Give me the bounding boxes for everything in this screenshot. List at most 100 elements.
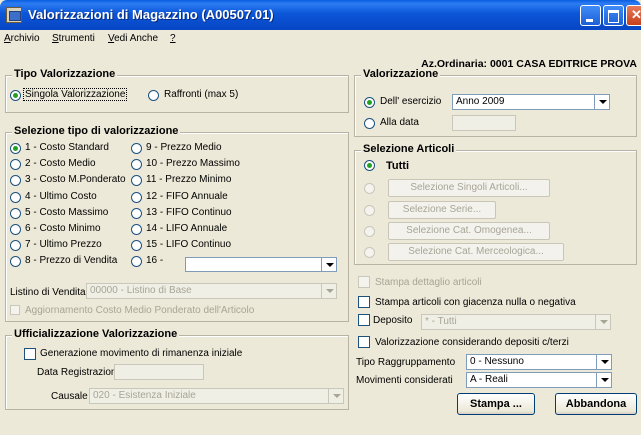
- radio-valuation-type[interactable]: [131, 207, 142, 219]
- close-button[interactable]: [626, 5, 641, 26]
- menu-help[interactable]: ?: [170, 33, 176, 44]
- app-window-icon[interactable]: [6, 7, 22, 23]
- chevron-down-icon[interactable]: [596, 373, 611, 387]
- radio-valuation-type[interactable]: [10, 191, 21, 203]
- valuation-type-label[interactable]: 13 - FIFO Continuo: [146, 207, 232, 218]
- chevron-down-icon[interactable]: [595, 315, 610, 329]
- generazione-checkbox[interactable]: [24, 348, 36, 360]
- valuation-type-label[interactable]: 11 - Prezzo Minimo: [146, 174, 231, 185]
- radio-tutti[interactable]: [364, 160, 375, 171]
- radio-valuation-type[interactable]: [10, 224, 21, 235]
- valuation-type-label[interactable]: 7 - Ultimo Prezzo: [25, 239, 102, 250]
- maximize-button[interactable]: [603, 5, 624, 26]
- radio-valuation-type[interactable]: [131, 159, 142, 171]
- valuation-type-label[interactable]: 2 - Costo Medio: [25, 158, 96, 169]
- tipo-valorizzazione-group: Tipo Valorizzazione Singola Valorizzazio…: [5, 68, 349, 113]
- group-title: Selezione Articoli: [361, 143, 457, 155]
- valuation-type-label[interactable]: 6 - Costo Minimo: [25, 223, 101, 234]
- group-title: Tipo Valorizzazione: [12, 68, 118, 80]
- radio-valuation-type[interactable]: [10, 143, 21, 154]
- radio-cat-merceologica[interactable]: [364, 247, 375, 258]
- radio-singoli-articoli[interactable]: [364, 183, 375, 194]
- radio-cat-omogenea[interactable]: [364, 226, 375, 237]
- chevron-down-icon[interactable]: [328, 389, 343, 403]
- aggiornamento-checkbox[interactable]: [10, 305, 20, 315]
- selezione-cat-omogenea-button[interactable]: Selezione Cat. Omogenea...: [388, 222, 550, 240]
- minimize-button[interactable]: [580, 5, 601, 26]
- data-registrazione-label: Data Registrazione: [37, 367, 123, 378]
- valuation-type-label[interactable]: 3 - Costo M.Ponderato: [25, 174, 126, 185]
- group-title: Selezione tipo di valorizzazione: [12, 125, 181, 137]
- esercizio-select[interactable]: Anno 2009: [452, 94, 610, 110]
- stampa-giacenza-label: Stampa articoli con giacenza nulla o neg…: [375, 297, 576, 308]
- stampa-dettaglio-label: Stampa dettaglio articoli: [375, 277, 482, 288]
- chevron-down-icon[interactable]: [596, 355, 611, 369]
- selezione-cat-merceologica-button[interactable]: Selezione Cat. Merceologica...: [388, 243, 564, 261]
- valorizzazione-depositi-checkbox[interactable]: [358, 336, 370, 348]
- radio-esercizio[interactable]: [364, 97, 375, 108]
- menu-archivio[interactable]: Archivio: [4, 33, 40, 44]
- radio-valuation-type[interactable]: [131, 191, 142, 203]
- chevron-down-icon[interactable]: [594, 95, 609, 109]
- radio-esercizio-label[interactable]: Dell' esercizio: [380, 96, 441, 107]
- listino-select[interactable]: 00000 - Listino di Base: [86, 283, 337, 299]
- stampa-button[interactable]: Stampa ...: [457, 393, 535, 415]
- valuation-type-label[interactable]: 14 - LIFO Annuale: [146, 223, 227, 234]
- selezione-singoli-articoli-button[interactable]: Selezione Singoli Articoli...: [388, 179, 550, 197]
- causale-select[interactable]: 020 - Esistenza Iniziale: [89, 388, 344, 404]
- stampa-dettaglio-checkbox[interactable]: [358, 276, 370, 288]
- option16-select[interactable]: [185, 257, 337, 272]
- chevron-down-icon[interactable]: [321, 284, 336, 298]
- radio-valuation-type[interactable]: [131, 240, 142, 252]
- raggruppamento-label: Tipo Raggruppamento: [356, 357, 456, 368]
- radio-alla-data[interactable]: [364, 118, 375, 129]
- menu-strumenti[interactable]: Strumenti: [52, 33, 95, 44]
- radio-valuation-type[interactable]: [131, 256, 142, 268]
- raggruppamento-select[interactable]: 0 - Nessuno: [466, 354, 612, 370]
- menu-vedi-anche[interactable]: Vedi Anche: [108, 33, 158, 44]
- radio-valuation-type[interactable]: [10, 256, 21, 268]
- selezione-serie-button[interactable]: Selezione Serie...: [388, 201, 496, 219]
- radio-singola-label[interactable]: Singola Valorizzazione: [23, 88, 128, 101]
- radio-raffronti-label[interactable]: Raffronti (max 5): [164, 89, 238, 100]
- stampa-giacenza-checkbox[interactable]: [358, 296, 370, 308]
- radio-valuation-type[interactable]: [131, 175, 142, 187]
- group-title: Valorizzazione: [361, 68, 441, 80]
- listino-label: Listino di Vendita: [10, 287, 86, 298]
- valuation-type-label[interactable]: 12 - FIFO Annuale: [146, 191, 228, 202]
- valuation-type-label[interactable]: 4 - Ultimo Costo: [25, 191, 97, 202]
- ufficializzazione-group: Ufficializzazione Valorizzazione Generaz…: [5, 328, 349, 410]
- alla-data-field[interactable]: [452, 115, 516, 131]
- valuation-type-label[interactable]: 9 - Prezzo Medio: [146, 142, 222, 153]
- radio-valuation-type[interactable]: [10, 240, 21, 252]
- valuation-type-label[interactable]: 10 - Prezzo Massimo: [146, 158, 240, 169]
- radio-alla-data-label[interactable]: Alla data: [380, 117, 419, 128]
- radio-valuation-type[interactable]: [10, 159, 21, 171]
- chevron-down-icon[interactable]: [321, 258, 336, 271]
- radio-serie[interactable]: [364, 205, 375, 216]
- movimenti-label: Movimenti considerati: [356, 375, 453, 386]
- radio-singola[interactable]: [10, 90, 21, 101]
- valuation-type-label[interactable]: 16 -: [146, 255, 163, 266]
- radio-valuation-type[interactable]: [131, 143, 142, 154]
- valorizzazione-group: Valorizzazione Dell' esercizio Anno 2009…: [354, 68, 637, 137]
- valuation-type-label[interactable]: 8 - Prezzo di Vendita: [25, 255, 117, 266]
- radio-valuation-type[interactable]: [10, 207, 21, 219]
- company-label: Az.Ordinaria: 0001 CASA EDITRICE PROVA: [421, 58, 637, 70]
- valuation-type-label[interactable]: 15 - LIFO Continuo: [146, 239, 231, 250]
- window-title: Valorizzazioni di Magazzino (A00507.01): [28, 7, 274, 22]
- data-registrazione-field[interactable]: [114, 364, 204, 380]
- deposito-select[interactable]: * - Tutti: [421, 314, 611, 330]
- valuation-type-label[interactable]: 5 - Costo Massimo: [25, 207, 108, 218]
- radio-raffronti[interactable]: [148, 90, 159, 101]
- causale-label: Causale: [51, 391, 88, 402]
- movimenti-select[interactable]: A - Reali: [466, 372, 612, 388]
- selezione-articoli-group: Selezione Articoli Tutti Selezione Singo…: [354, 143, 637, 265]
- valuation-type-label[interactable]: 1 - Costo Standard: [25, 142, 109, 153]
- abbandona-button[interactable]: Abbandona: [555, 393, 637, 415]
- radio-valuation-type[interactable]: [131, 224, 142, 235]
- deposito-checkbox[interactable]: [358, 314, 370, 326]
- group-title: Ufficializzazione Valorizzazione: [12, 328, 180, 340]
- radio-valuation-type[interactable]: [10, 175, 21, 187]
- radio-tutti-label[interactable]: Tutti: [386, 160, 409, 172]
